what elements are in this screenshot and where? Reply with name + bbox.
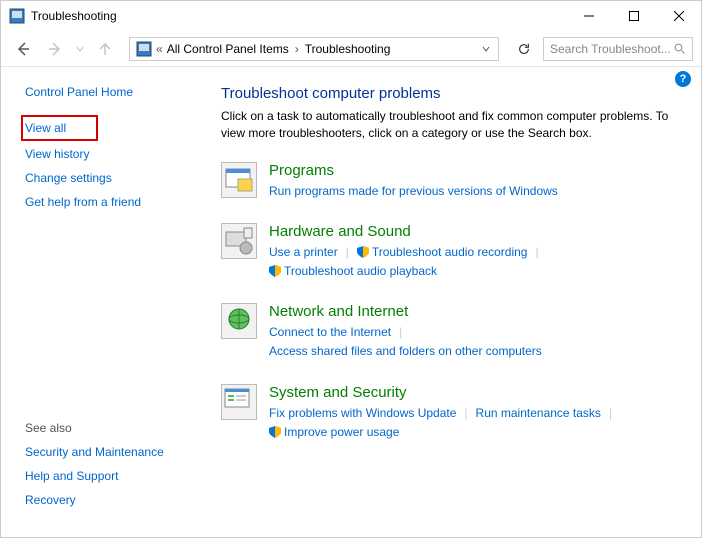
see-also-section: See also Security and Maintenance Help a… (25, 421, 164, 517)
task-access-shared[interactable]: Access shared files and folders on other… (269, 342, 542, 361)
task-power-usage-label: Improve power usage (284, 425, 399, 439)
task-run-previous-versions[interactable]: Run programs made for previous versions … (269, 182, 558, 201)
task-windows-update[interactable]: Fix problems with Windows Update (269, 404, 456, 423)
programs-icon (221, 162, 257, 198)
page-title: Troubleshoot computer problems (221, 85, 685, 102)
sidebar-control-panel-home[interactable]: Control Panel Home (25, 85, 211, 99)
search-box[interactable] (543, 37, 693, 61)
window-title: Troubleshooting (31, 9, 566, 23)
close-button[interactable] (656, 1, 701, 31)
category-hardware: Hardware and Sound Use a printer | Troub… (221, 223, 685, 281)
breadcrumb-item-troubleshooting[interactable]: Troubleshooting (303, 42, 393, 56)
search-icon (674, 43, 686, 55)
see-also-help[interactable]: Help and Support (25, 469, 164, 483)
network-icon (221, 303, 257, 339)
breadcrumb[interactable]: « All Control Panel Items › Troubleshoot… (129, 37, 499, 61)
see-also-security[interactable]: Security and Maintenance (25, 445, 164, 459)
help-icon[interactable]: ? (675, 71, 691, 87)
app-icon (9, 8, 25, 24)
task-power-usage[interactable]: Improve power usage (269, 423, 399, 442)
nav-bar: « All Control Panel Items › Troubleshoot… (1, 31, 701, 67)
system-icon (221, 384, 257, 420)
back-button[interactable] (9, 35, 37, 63)
task-separator: | (456, 404, 475, 423)
category-system: System and Security Fix problems with Wi… (221, 384, 685, 442)
category-title-system[interactable]: System and Security (269, 384, 685, 401)
category-network: Network and Internet Connect to the Inte… (221, 303, 685, 361)
control-panel-icon (136, 41, 152, 57)
task-connect-internet[interactable]: Connect to the Internet (269, 323, 391, 342)
task-audio-recording-label: Troubleshoot audio recording (372, 245, 528, 259)
category-title-hardware[interactable]: Hardware and Sound (269, 223, 685, 240)
task-maintenance[interactable]: Run maintenance tasks (476, 404, 601, 423)
task-separator: | (527, 243, 546, 262)
category-title-programs[interactable]: Programs (269, 162, 685, 179)
main-panel: ? Troubleshoot computer problems Click o… (211, 67, 701, 537)
breadcrumb-item-all[interactable]: All Control Panel Items (165, 42, 291, 56)
up-button[interactable] (91, 35, 119, 63)
shield-icon (269, 426, 281, 438)
task-audio-playback-label: Troubleshoot audio playback (284, 264, 437, 278)
see-also-header: See also (25, 421, 164, 435)
task-separator: | (601, 404, 620, 423)
sidebar-view-history[interactable]: View history (25, 147, 211, 161)
forward-button[interactable] (41, 35, 69, 63)
page-description: Click on a task to automatically trouble… (221, 108, 681, 142)
chevron-right-icon: › (291, 42, 303, 56)
recent-locations-button[interactable] (73, 35, 87, 63)
chevron-down-icon[interactable] (476, 42, 496, 56)
sidebar-view-all[interactable]: View all (21, 115, 98, 141)
sidebar: Control Panel Home View all View history… (1, 67, 211, 537)
task-audio-playback[interactable]: Troubleshoot audio playback (269, 262, 437, 281)
chevron-right-icon: « (156, 42, 165, 56)
search-input[interactable] (550, 42, 674, 56)
hardware-icon (221, 223, 257, 259)
task-separator: | (338, 243, 357, 262)
shield-icon (269, 265, 281, 277)
category-programs: Programs Run programs made for previous … (221, 162, 685, 201)
titlebar: Troubleshooting (1, 1, 701, 31)
see-also-recovery[interactable]: Recovery (25, 493, 164, 507)
shield-icon (357, 246, 369, 258)
minimize-button[interactable] (566, 1, 611, 31)
task-use-printer[interactable]: Use a printer (269, 243, 338, 262)
task-audio-recording[interactable]: Troubleshoot audio recording (357, 243, 528, 262)
task-separator: | (391, 323, 410, 342)
category-title-network[interactable]: Network and Internet (269, 303, 685, 320)
refresh-button[interactable] (509, 37, 539, 61)
maximize-button[interactable] (611, 1, 656, 31)
sidebar-get-help[interactable]: Get help from a friend (25, 195, 211, 209)
sidebar-change-settings[interactable]: Change settings (25, 171, 211, 185)
